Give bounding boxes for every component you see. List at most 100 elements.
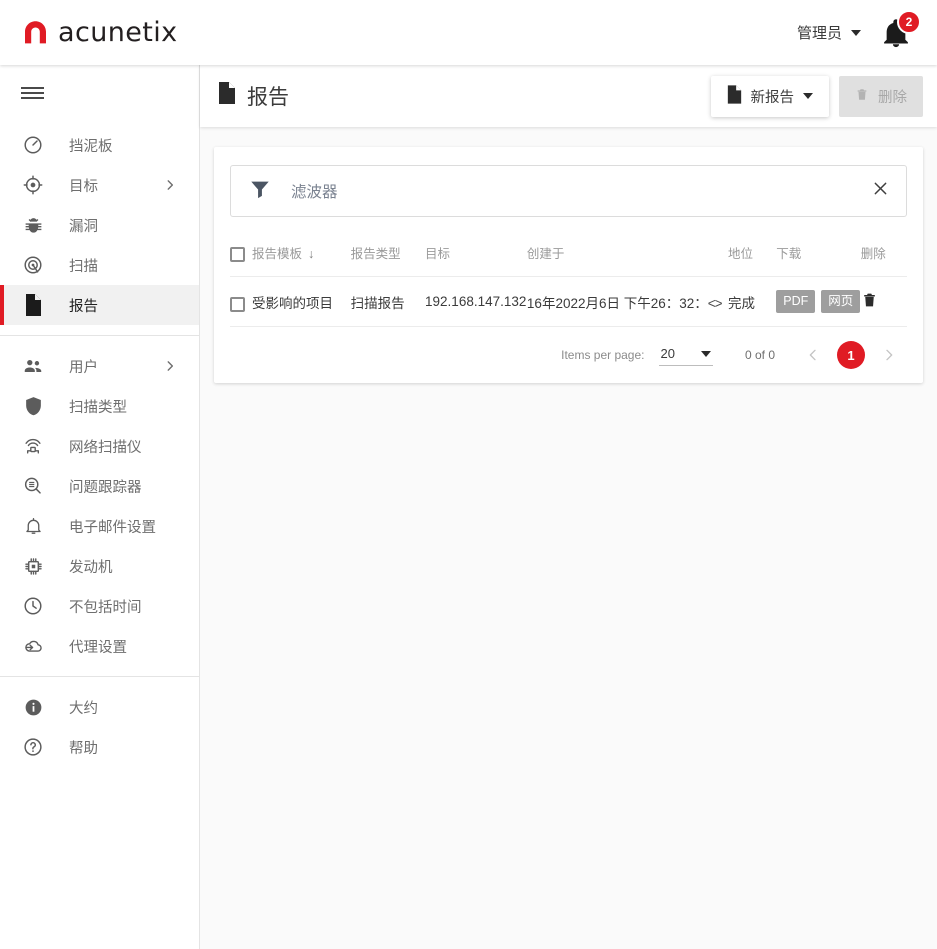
column-header-template[interactable]: 报告模板 ↓ (230, 235, 351, 278)
sidebar-item-agent-settings[interactable]: 代理设置 (0, 626, 199, 666)
filter-bar[interactable]: 滤波器 (230, 165, 907, 217)
content-area: 滤波器 报告模板 ↓ 报告类型 目标 创建于 地位 下载 删除 受影响的项目 扫… (200, 127, 937, 384)
caret-down-icon (803, 93, 813, 99)
cell-type: 扫描报告 (350, 276, 426, 328)
sidebar-item-label: 报告 (69, 298, 98, 315)
column-header-status[interactable]: 地位 (727, 235, 777, 278)
help-icon (21, 735, 45, 759)
document-icon (727, 84, 742, 108)
main-content: 报告 新报告 删除 滤波器 报告模板 ↓ 报告类型 目标 创建于 地位 下载 删… (200, 65, 937, 949)
acunetix-logo-icon (22, 19, 49, 46)
select-all-checkbox[interactable] (230, 247, 245, 263)
gauge-icon (21, 133, 45, 157)
cpu-chip-icon (21, 554, 45, 578)
cell-target: 192.168.147.132 (425, 276, 527, 328)
row-checkbox[interactable] (230, 296, 245, 312)
sidebar-item-label: 用户 (69, 359, 98, 376)
sidebar-item-issue-tracker[interactable]: 问题跟踪器 (0, 466, 199, 506)
sidebar-item-label: 电子邮件设置 (69, 519, 156, 536)
sidebar-item-users[interactable]: 用户 (0, 346, 199, 386)
issue-tracker-icon (21, 474, 45, 498)
sidebar-item-label: 扫描 (69, 258, 98, 275)
sidebar-item-vulnerabilities[interactable]: 漏洞 (0, 205, 199, 245)
sidebar-item-email-settings[interactable]: 电子邮件设置 (0, 506, 199, 546)
ellipsis-icon: <> (707, 295, 723, 311)
filter-input[interactable]: 滤波器 (291, 180, 338, 202)
table-row[interactable]: 受影响的项目 扫描报告 192.168.147.132 16年2022月6日 下… (230, 276, 907, 328)
sidebar-item-label: 不包括时间 (69, 599, 142, 616)
reports-table: 报告模板 ↓ 报告类型 目标 创建于 地位 下载 删除 受影响的项目 扫描报告 … (230, 235, 907, 328)
cell-delete (860, 276, 907, 328)
column-header-target[interactable]: 目标 (425, 235, 527, 278)
sidebar-item-about[interactable]: 大约 (0, 687, 199, 727)
cell-status: 完成 (727, 276, 777, 328)
column-label: 报告模板 (252, 247, 303, 261)
chevron-left-icon (809, 349, 816, 361)
clock-icon (21, 594, 45, 618)
column-header-delete: 删除 (860, 235, 907, 278)
items-per-page-value: 20 (660, 346, 675, 362)
column-header-type[interactable]: 报告类型 (350, 235, 426, 278)
sidebar: 挡泥板 目标 漏洞 扫描 报告 用户 扫描类型 网络扫描仪 问题跟踪器 电子邮件… (0, 65, 200, 949)
sidebar-toggle-button[interactable] (0, 65, 199, 121)
sidebar-item-excluded-hours[interactable]: 不包括时间 (0, 586, 199, 626)
sidebar-item-dashboard[interactable]: 挡泥板 (0, 125, 199, 165)
network-scanner-icon (21, 434, 45, 458)
page-header: 报告 新报告 删除 (200, 65, 937, 127)
brand-logo[interactable]: acunetix (22, 17, 178, 48)
download-html-button[interactable]: 网页 (821, 290, 861, 314)
top-bar: acunetix 管理员 2 (0, 0, 937, 65)
sidebar-divider (0, 335, 199, 336)
sidebar-item-targets[interactable]: 目标 (0, 165, 199, 205)
sidebar-item-scans[interactable]: 扫描 (0, 245, 199, 285)
previous-page-button[interactable] (799, 341, 827, 369)
column-label: 地位 (727, 247, 753, 262)
notification-badge: 2 (897, 9, 921, 34)
user-menu[interactable]: 管理员 (797, 22, 861, 43)
sidebar-item-label: 目标 (69, 178, 98, 195)
new-report-label: 新报告 (750, 89, 795, 106)
sidebar-item-label: 大约 (69, 700, 98, 717)
column-label: 删除 (860, 247, 886, 262)
row-delete-button[interactable] (861, 290, 878, 310)
sidebar-item-label: 发动机 (69, 559, 113, 576)
arrow-down-icon: ↓ (308, 247, 315, 261)
sidebar-divider (0, 676, 199, 677)
sidebar-item-scan-types[interactable]: 扫描类型 (0, 386, 199, 426)
page-marker: 1 (837, 341, 865, 370)
close-icon[interactable] (871, 179, 890, 203)
notifications-button[interactable]: 2 (879, 9, 921, 50)
page-title: 报告 (218, 81, 289, 111)
user-menu-label: 管理员 (796, 25, 842, 42)
new-report-button[interactable]: 新报告 (710, 75, 829, 117)
trash-icon (855, 86, 869, 107)
sidebar-item-reports[interactable]: 报告 (0, 285, 199, 325)
sidebar-item-label: 代理设置 (69, 639, 127, 656)
items-per-page-label: Items per page: (561, 348, 645, 363)
delete-button[interactable]: 删除 (839, 75, 923, 117)
next-page-button[interactable] (875, 341, 903, 369)
delete-label: 删除 (878, 89, 907, 106)
chevron-right-icon (163, 178, 177, 192)
cell-download: PDF 网页 (776, 276, 861, 328)
table-body: 受影响的项目 扫描报告 192.168.147.132 16年2022月6日 下… (230, 276, 907, 328)
funnel-icon (249, 178, 271, 205)
created-date-label: 16年2022月6日 下午26：32： (526, 295, 708, 311)
sidebar-item-help[interactable]: 帮助 (0, 727, 199, 767)
chevron-right-icon (163, 359, 177, 373)
sidebar-item-engines[interactable]: 发动机 (0, 546, 199, 586)
table-header-row: 报告模板 ↓ 报告类型 目标 创建于 地位 下载 删除 (230, 235, 907, 278)
download-pdf-button[interactable]: PDF (776, 290, 816, 314)
sidebar-item-label: 网络扫描仪 (69, 439, 142, 456)
caret-down-icon (700, 350, 711, 357)
shield-icon (21, 394, 45, 418)
column-label: 下载 (776, 247, 802, 262)
page-header-actions: 新报告 删除 (710, 75, 923, 117)
document-icon (21, 293, 45, 317)
sidebar-item-label: 挡泥板 (69, 138, 113, 155)
page-title-label: 报告 (247, 86, 289, 109)
sidebar-item-network-scanner[interactable]: 网络扫描仪 (0, 426, 199, 466)
items-per-page-select[interactable]: 20 (658, 344, 713, 367)
column-header-created[interactable]: 创建于 (526, 235, 728, 278)
sidebar-item-label: 帮助 (69, 740, 98, 757)
